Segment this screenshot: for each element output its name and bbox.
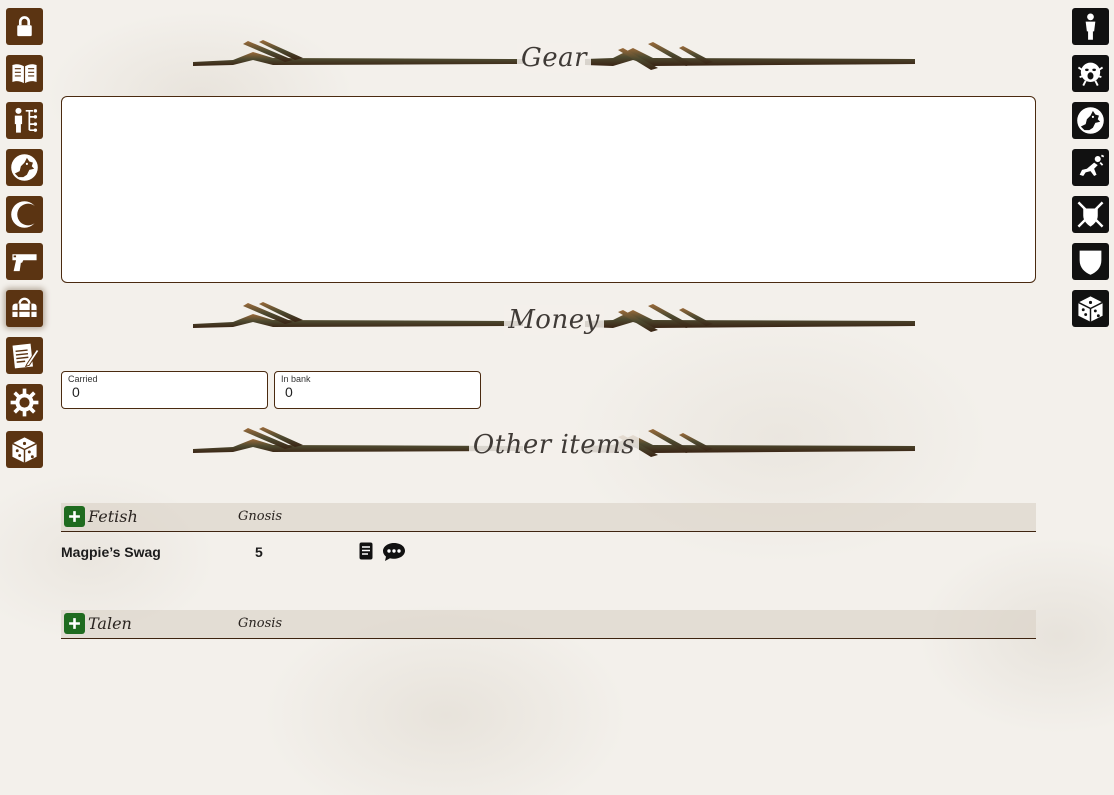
fetish-gnosis-column-header: Gnosis [238, 509, 283, 524]
duffel-bag-icon [12, 297, 37, 317]
gear-section-header: Gear [193, 38, 915, 78]
book-icon [12, 64, 37, 84]
character-tree-icon [14, 107, 38, 133]
moon-icon [11, 201, 39, 228]
talen-table-header: Talen Gnosis [61, 610, 1036, 639]
settings-button[interactable] [6, 384, 43, 421]
dice-roller-button-right[interactable] [1072, 290, 1109, 327]
bank-value[interactable]: 0 [285, 384, 293, 400]
defense-button[interactable] [1072, 243, 1109, 280]
combat-button[interactable] [1072, 196, 1109, 233]
pistol-icon [12, 254, 37, 272]
screaming-face-icon [1077, 62, 1104, 87]
character-tree-button[interactable] [6, 102, 43, 139]
carried-value[interactable]: 0 [72, 384, 80, 400]
book-button[interactable] [6, 55, 43, 92]
lock-icon [17, 16, 32, 37]
other-items-section-header: Other items [193, 425, 915, 465]
description-icon[interactable] [359, 542, 373, 560]
fetish-column-header: Fetish [88, 507, 138, 526]
person-icon [1085, 13, 1096, 40]
bank-money-field[interactable]: In bank 0 [274, 371, 481, 409]
fetish-gnosis-value: 5 [255, 544, 263, 560]
right-sidebar-nav [1072, 0, 1109, 337]
dice-icon [12, 437, 37, 463]
gear-bag-button[interactable] [6, 290, 43, 327]
left-sidebar-nav [6, 0, 43, 478]
falling-person-icon [1079, 154, 1105, 176]
shield-icon [1079, 250, 1102, 275]
talen-gnosis-column-header: Gnosis [238, 616, 283, 631]
frenzy-button[interactable] [1072, 55, 1109, 92]
plus-icon [69, 511, 80, 522]
forms-button[interactable] [1072, 102, 1109, 139]
gear-textarea[interactable] [61, 96, 1036, 283]
moon-button[interactable] [6, 196, 43, 233]
chat-icon[interactable] [382, 542, 406, 562]
other-items-title: Other items [468, 430, 640, 460]
bank-label: In bank [281, 374, 311, 384]
gear-title: Gear [516, 43, 592, 73]
lock-button[interactable] [6, 8, 43, 45]
fetish-row: Magpie’s Swag 5 [61, 540, 461, 564]
money-title: Money [504, 305, 604, 335]
notepad-icon [12, 343, 39, 369]
add-fetish-button[interactable] [64, 506, 85, 527]
money-section-header: Money [193, 300, 915, 340]
talen-column-header: Talen [88, 614, 132, 633]
dice-roller-button[interactable] [6, 431, 43, 468]
carried-label: Carried [68, 374, 98, 384]
dice-icon [1078, 296, 1103, 322]
add-talen-button[interactable] [64, 613, 85, 634]
plus-icon [69, 618, 80, 629]
injury-button[interactable] [1072, 149, 1109, 186]
fetish-name: Magpie’s Swag [61, 544, 161, 560]
carried-money-field[interactable]: Carried 0 [61, 371, 268, 409]
crossed-swords-shield-icon [1077, 201, 1104, 228]
werewolf-button[interactable] [6, 149, 43, 186]
wolf-head-icon [11, 154, 38, 181]
weapons-button[interactable] [6, 243, 43, 280]
character-button[interactable] [1072, 8, 1109, 45]
gear-icon [10, 388, 39, 417]
notes-button[interactable] [6, 337, 43, 374]
fetish-table-header: Fetish Gnosis [61, 503, 1036, 532]
wolf-head-icon [1077, 107, 1104, 134]
